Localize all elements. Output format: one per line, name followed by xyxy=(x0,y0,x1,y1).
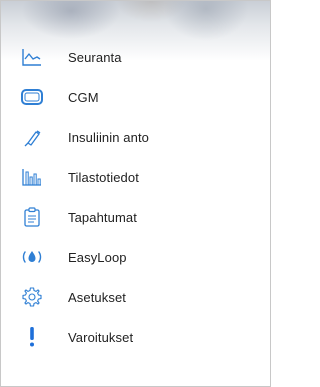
menu-item-label: Insuliinin anto xyxy=(68,130,149,145)
menu-item-label: Tapahtumat xyxy=(68,210,137,225)
menu-item-label: Varoitukset xyxy=(68,330,134,345)
gear-icon xyxy=(20,285,44,309)
menu-item-seuranta[interactable]: Seuranta xyxy=(1,37,270,77)
menu-item-label: CGM xyxy=(68,90,99,105)
drop-loop-icon xyxy=(20,245,44,269)
clipboard-icon xyxy=(20,205,44,229)
menu-item-label: Tilastotiedot xyxy=(68,170,139,185)
menu-item-label: Asetukset xyxy=(68,290,126,305)
menu-item-easyloop[interactable]: EasyLoop xyxy=(1,237,270,277)
exclamation-icon xyxy=(20,325,44,349)
menu-item-label: Seuranta xyxy=(68,50,122,65)
menu-item-tilastotiedot[interactable]: Tilastotiedot xyxy=(1,157,270,197)
menu-item-insuliinin-anto[interactable]: Insuliinin anto xyxy=(1,117,270,157)
bar-chart-icon xyxy=(20,165,44,189)
menu-item-cgm[interactable]: CGM xyxy=(1,77,270,117)
menu-list: Seuranta CGM Insuliinin anto Tilastotied… xyxy=(1,37,270,357)
menu-item-label: EasyLoop xyxy=(68,250,127,265)
syringe-icon xyxy=(20,125,44,149)
menu-item-asetukset[interactable]: Asetukset xyxy=(1,277,270,317)
line-chart-icon xyxy=(20,45,44,69)
sensor-device-icon xyxy=(20,85,44,109)
menu-item-tapahtumat[interactable]: Tapahtumat xyxy=(1,197,270,237)
navigation-drawer: Seuranta CGM Insuliinin anto Tilastotied… xyxy=(0,0,271,387)
menu-item-varoitukset[interactable]: Varoitukset xyxy=(1,317,270,357)
